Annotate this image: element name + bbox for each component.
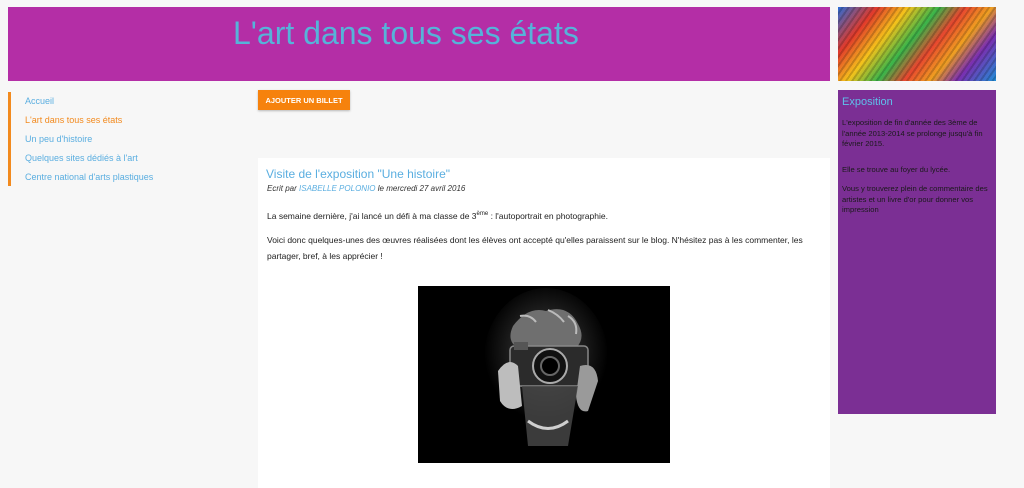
add-post-button[interactable]: AJOUTER UN BILLET (258, 90, 350, 110)
header-banner-image (838, 7, 996, 81)
sidebar-paragraph-3: Vous y trouverez plein de commentaire de… (842, 184, 988, 214)
nav-item-histoire[interactable]: Un peu d'histoire (25, 134, 92, 144)
nav-item-art[interactable]: L'art dans tous ses états (25, 115, 122, 125)
post-paragraph-2: Voici donc quelques-unes des œuvres réal… (267, 235, 803, 261)
nav-item-cnap[interactable]: Centre national d'arts plastiques (25, 172, 153, 182)
post-paragraph-1: La semaine dernière, j'ai lancé un défi … (267, 210, 608, 221)
post-meta: Ecrit par ISABELLE POLONIO le mercredi 2… (267, 184, 465, 193)
site-header: L'art dans tous ses états (8, 7, 830, 81)
nav-item-sites[interactable]: Quelques sites dédiés à l'art (25, 153, 138, 163)
post-title[interactable]: Visite de l'exposition "Une histoire" (266, 167, 450, 181)
post-author-link[interactable]: ISABELLE POLONIO (299, 184, 375, 193)
main-nav: Accueil L'art dans tous ses états Un peu… (8, 92, 241, 186)
sidebar-paragraph-2: Elle se trouve au foyer du lycée. (842, 165, 951, 174)
nav-item-accueil[interactable]: Accueil (25, 96, 54, 106)
blog-post: Visite de l'exposition "Une histoire" Ec… (258, 158, 830, 488)
post-date: le mercredi 27 avril 2016 (377, 184, 466, 193)
camera-portrait-image (418, 286, 670, 463)
sidebar-paragraph-1: L'exposition de fin d'année des 3ème de … (842, 118, 983, 148)
post-meta-prefix: Ecrit par (267, 184, 297, 193)
sidebar-exposition: Exposition L'exposition de fin d'année d… (838, 90, 996, 414)
sidebar-title: Exposition (842, 96, 893, 108)
post-photo[interactable] (418, 286, 670, 463)
site-title[interactable]: L'art dans tous ses états (233, 15, 579, 52)
